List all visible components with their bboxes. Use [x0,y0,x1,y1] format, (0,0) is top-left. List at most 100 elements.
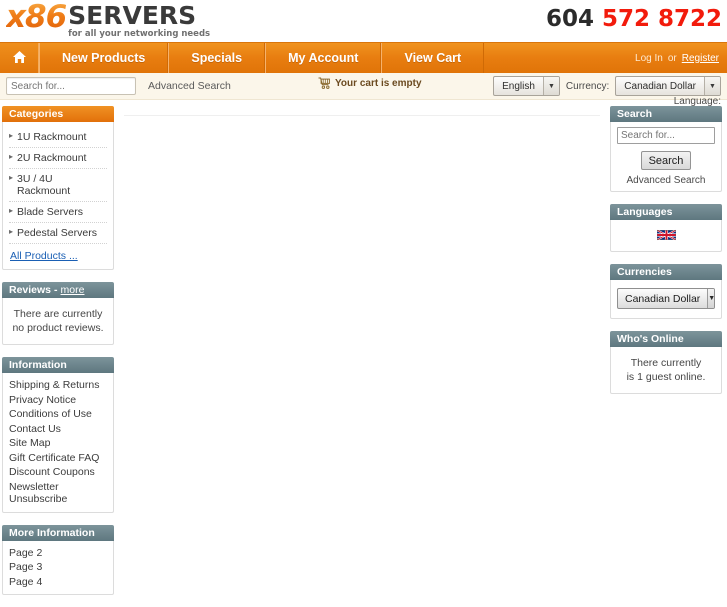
reviews-more-link[interactable]: more [61,284,85,296]
language-select[interactable]: English ▼ [493,76,560,96]
nav-item-new-products[interactable]: New Products [39,43,169,73]
chevron-down-icon: ▼ [707,289,714,308]
nav-account-links: Log In or Register [635,43,727,73]
nav-item-specials[interactable]: Specials [168,43,266,73]
languages-box-title: Languages [610,204,722,220]
language-select-value: English [502,80,535,92]
or-separator: or [667,52,677,64]
content-divider [124,115,600,116]
currency-select-value: Canadian Dollar [624,80,696,92]
header-phone-number: 604 572 8722 [546,6,722,32]
currency-select[interactable]: Canadian Dollar ▼ [615,76,721,96]
utility-selectors: English ▼ Currency: Canadian Dollar ▼ [493,76,721,96]
whos-online-box-body: There currently is 1 guest online. [610,347,722,394]
category-item-3u-4u[interactable]: 3U / 4U Rackmount [9,169,107,202]
logo-tagline: for all your networking needs [68,29,211,39]
sidebar-search-input[interactable] [617,127,715,144]
category-item-pedestal[interactable]: Pedestal Servers [9,223,107,244]
info-item-site-map[interactable]: Site Map [9,436,107,451]
whos-online-text: There currently is 1 guest online. [617,352,715,388]
more-info-item-page-3[interactable]: Page 3 [9,560,107,575]
sidebar-advanced-search-link[interactable]: Advanced Search [617,175,715,186]
nav-item-view-cart[interactable]: View Cart [381,43,485,73]
information-list: Shipping & Returns Privacy Notice Condit… [9,378,107,507]
whos-online-line-2: is 1 guest online. [626,371,706,383]
categories-box-body: 1U Rackmount 2U Rackmount 3U / 4U Rackmo… [2,122,114,270]
header-search-box[interactable]: ▶ [6,77,136,95]
login-link[interactable]: Log In [635,53,663,64]
chevron-down-icon: ▼ [704,77,720,95]
categories-box: Categories 1U Rackmount 2U Rackmount 3U … [2,106,114,270]
main-content-area [122,115,602,515]
cart-status[interactable]: Your cart is empty [318,77,422,89]
whos-online-box: Who's Online There currently is 1 guest … [610,331,722,394]
currencies-box-title: Currencies [610,264,722,280]
sidebar-search-button-row: Search [617,151,715,170]
utility-bar: ▶ Advanced Search Your cart is empty Eng… [0,73,727,107]
reviews-empty-text: There are currently no product reviews. [12,308,104,334]
cart-status-label: Your cart is empty [335,77,422,89]
search-box-body: Search Advanced Search [610,122,722,192]
category-item-blade[interactable]: Blade Servers [9,202,107,223]
phone-main-number: 572 8722 [601,6,722,32]
reviews-box: Reviews - more There are currently no pr… [2,282,114,345]
shopping-cart-icon [318,77,331,89]
info-item-privacy-notice[interactable]: Privacy Notice [9,393,107,408]
main-content-column [114,106,610,515]
site-header: x86 SERVERS for all your networking need… [0,0,727,42]
main-navigation: New Products Specials My Account View Ca… [0,42,727,73]
currency-select-label: Currency: [565,80,610,92]
search-box: Search Search Advanced Search [610,106,722,192]
information-box-title: Information [2,357,114,373]
chevron-down-icon: ▼ [542,77,559,95]
info-item-shipping-returns[interactable]: Shipping & Returns [9,378,107,393]
logo-text-block: SERVERS for all your networking needs [68,2,210,39]
languages-box: Languages [610,204,722,252]
search-box-title: Search [610,106,722,122]
all-products-link[interactable]: All Products ... [9,244,107,264]
info-item-contact-us[interactable]: Contact Us [9,422,107,437]
info-item-discount-coupons[interactable]: Discount Coupons [9,465,107,480]
info-item-newsletter-unsubscribe[interactable]: Newsletter Unsubscribe [9,480,107,507]
right-sidebar: Search Search Advanced Search Languages [610,106,722,406]
more-info-item-page-2[interactable]: Page 2 [9,546,107,561]
phone-area-code: 604 [545,6,594,32]
information-box-body: Shipping & Returns Privacy Notice Condit… [2,373,114,513]
whos-online-box-title: Who's Online [610,331,722,347]
nav-item-my-account[interactable]: My Account [265,43,382,73]
logo-name: SERVERS [68,1,197,30]
information-box: Information Shipping & Returns Privacy N… [2,357,114,513]
reviews-box-body: There are currently no product reviews. [2,298,114,345]
more-information-box-body: Page 2 Page 3 Page 4 [2,540,114,595]
categories-box-title: Categories [2,106,114,122]
more-information-list: Page 2 Page 3 Page 4 [9,546,107,590]
category-item-1u[interactable]: 1U Rackmount [9,127,107,148]
sidebar-currency-select[interactable]: Canadian Dollar ▼ [617,288,715,309]
page-body: Categories 1U Rackmount 2U Rackmount 3U … [0,100,727,607]
whos-online-line-1: There currently [630,357,702,369]
language-flag-button[interactable] [617,225,715,246]
info-item-gift-certificate-faq[interactable]: Gift Certificate FAQ [9,451,107,466]
register-link[interactable]: Register [682,53,719,64]
sidebar-search-button[interactable]: Search [640,151,692,170]
more-information-box-title: More Information [2,524,114,541]
header-search-input[interactable] [7,79,135,93]
uk-flag-icon [656,229,676,241]
sidebar-currency-value: Canadian Dollar [625,292,701,305]
category-item-2u[interactable]: 2U Rackmount [9,148,107,169]
home-icon [12,50,27,67]
more-info-item-page-4[interactable]: Page 4 [9,575,107,590]
currencies-box-body: Canadian Dollar ▼ [610,280,722,319]
nav-item-home[interactable] [0,43,39,73]
more-information-box: More Information Page 2 Page 3 Page 4 [2,524,114,595]
advanced-search-link[interactable]: Advanced Search [148,80,231,92]
reviews-title-label: Reviews [9,284,52,296]
languages-box-body [610,220,722,252]
reviews-title-separator: - [54,284,58,296]
currencies-select-wrap: Canadian Dollar ▼ [617,285,715,313]
reviews-box-title: Reviews - more [2,282,114,298]
currencies-box: Currencies Canadian Dollar ▼ [610,264,722,319]
info-item-conditions-of-use[interactable]: Conditions of Use [9,407,107,422]
site-logo[interactable]: x86 SERVERS for all your networking need… [6,2,210,40]
language-select-label: Language: [673,96,721,107]
